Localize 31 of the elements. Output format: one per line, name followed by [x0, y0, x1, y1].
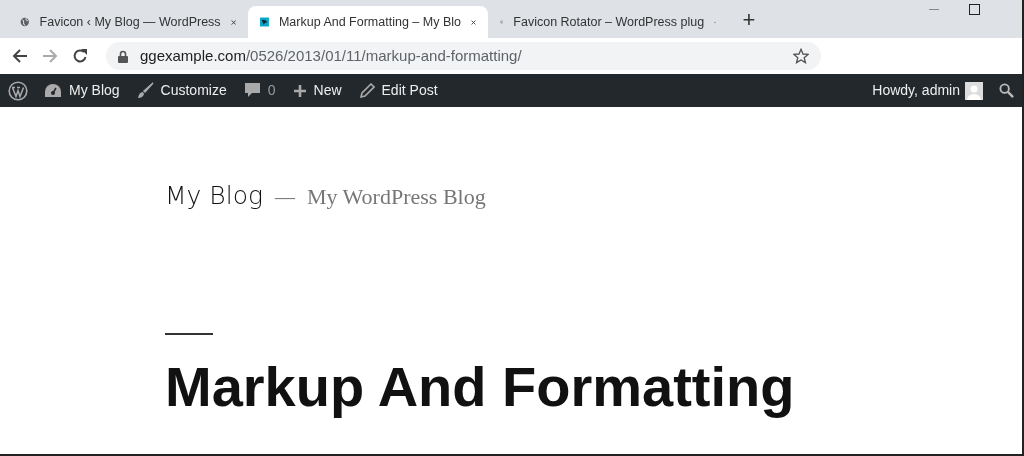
site-title[interactable]: My Blog: [165, 177, 263, 215]
pencil-icon: [358, 82, 375, 99]
brush-icon: [136, 82, 154, 99]
tab-title: Markup And Formatting – My Blo: [278, 13, 461, 31]
dashboard-icon: [44, 82, 62, 99]
toolbar-link[interactable]: My Blog: [44, 80, 120, 101]
address-bar[interactable]: ggexample.com/0526/2013/01/11/markup-and-formatting/: [106, 42, 821, 70]
site-tagline: My WordPress Blog: [306, 183, 486, 211]
reload-icon[interactable]: [72, 48, 88, 64]
separator-text: —: [274, 185, 295, 210]
plus-icon: [292, 83, 307, 98]
browser-tab[interactable]: Markup And Formatting – My Blo: [248, 6, 488, 38]
comment-icon: [243, 82, 261, 99]
browser-tab[interactable]: Favicon ‹ My Blog — WordPress: [8, 6, 248, 38]
post-title: Markup And Formatting: [165, 354, 796, 419]
browser-tab[interactable]: Favicon Rotator – WordPress plug: [488, 6, 728, 38]
toolbar-link[interactable]: 0: [243, 80, 276, 101]
tab-title: Favicon Rotator – WordPress plug: [513, 13, 705, 31]
toolbar-link[interactable]: New: [292, 80, 342, 101]
url-text: ggexample.com/0526/2013/01/11/markup-and-formatting/: [140, 45, 522, 66]
toolbar-link[interactable]: Customize: [136, 80, 227, 101]
lock-icon: [118, 49, 128, 63]
maximize-icon[interactable]: [969, 4, 980, 15]
new-tab-button[interactable]: +: [736, 7, 762, 33]
tab-title: Favicon ‹ My Blog — WordPress: [39, 13, 221, 31]
greeting-text[interactable]: Howdy, admin: [872, 80, 960, 101]
toolbar-link[interactable]: Edit Post: [358, 80, 438, 101]
search-icon[interactable]: [999, 83, 1014, 98]
star-icon[interactable]: [793, 48, 809, 64]
back-icon[interactable]: [12, 48, 28, 64]
avatar-icon[interactable]: [965, 81, 983, 100]
